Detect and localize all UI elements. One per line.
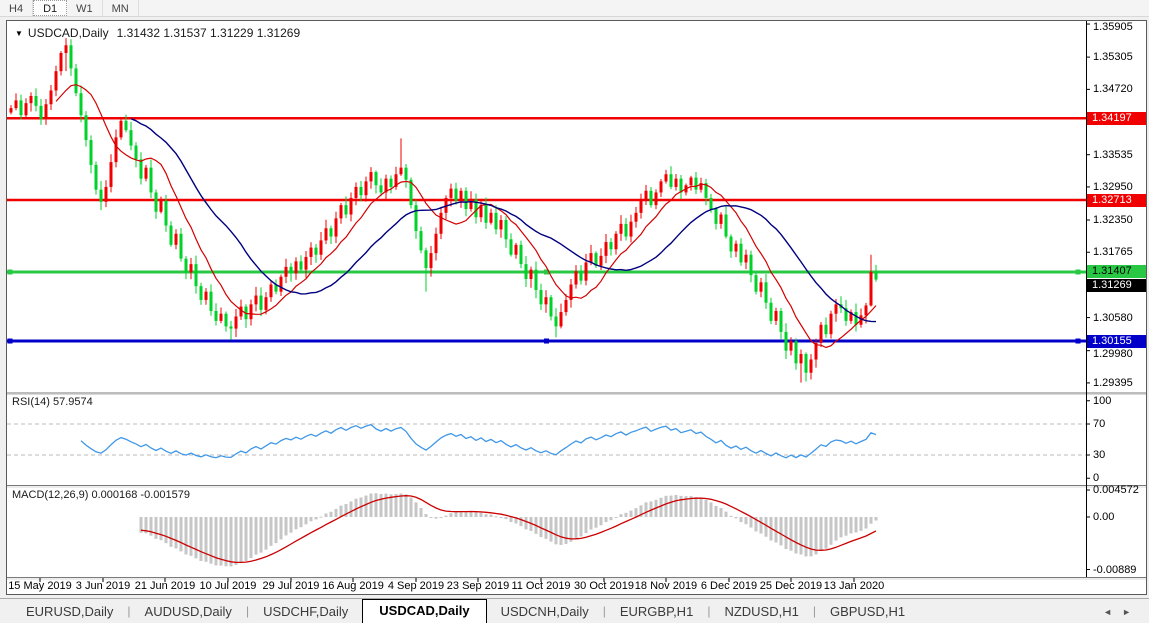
axis-label: 70 bbox=[1093, 418, 1145, 430]
level-price-label: 1.34197 bbox=[1087, 112, 1146, 125]
chart-title: ▼ USDCAD,Daily 1.31432 1.31537 1.31229 1.3… bbox=[15, 26, 300, 40]
timeframe-button-d1[interactable]: D1 bbox=[33, 0, 67, 16]
axis-label: 30 bbox=[1093, 449, 1145, 461]
chart-tabs-bar: EURUSD,Daily|AUDUSD,Daily|USDCHF,DailyUS… bbox=[0, 598, 1149, 623]
tab-gbpusd-h1[interactable]: GBPUSD,H1 bbox=[816, 601, 919, 623]
axis-label: 1.32950 bbox=[1093, 181, 1145, 193]
macd-panel bbox=[140, 493, 878, 566]
ohlc-values: 1.31432 1.31537 1.31229 1.31269 bbox=[117, 26, 301, 40]
tab-nzdusd-h1[interactable]: NZDUSD,H1 bbox=[710, 601, 812, 623]
level-handle[interactable] bbox=[8, 269, 13, 274]
tab-usdcad-daily[interactable]: USDCAD,Daily bbox=[362, 599, 486, 623]
candles-group[interactable] bbox=[10, 38, 878, 383]
axis-label: 0 bbox=[1093, 472, 1145, 484]
tab-scroll-arrows[interactable]: ◄► bbox=[1103, 607, 1141, 617]
level-handle[interactable] bbox=[1076, 269, 1081, 274]
scroll-right-icon: ► bbox=[1122, 607, 1141, 617]
axis-label: 1.31765 bbox=[1093, 246, 1145, 258]
tab-eurusd-daily[interactable]: EURUSD,Daily bbox=[12, 601, 127, 623]
current-price-label: 1.31269 bbox=[1087, 279, 1146, 292]
price-plot[interactable] bbox=[7, 21, 1146, 594]
tab-usdchf-daily[interactable]: USDCHF,Daily bbox=[249, 601, 362, 623]
axis-label: 1.35305 bbox=[1093, 51, 1145, 63]
axis-label: 1.33535 bbox=[1093, 149, 1145, 161]
timeframe-button-w1[interactable]: W1 bbox=[67, 0, 103, 16]
axis-label: 1.29980 bbox=[1093, 348, 1145, 360]
axis-label: 1.35905 bbox=[1093, 21, 1145, 33]
timeframe-toolbar: H4D1W1MN bbox=[0, 0, 1149, 17]
chart-window: ▼ USDCAD,Daily 1.31432 1.31537 1.31229 1.3… bbox=[6, 20, 1147, 595]
macd-indicator-label: MACD(12,26,9) 0.000168 -0.001579 bbox=[12, 489, 190, 501]
symbol-name: USDCAD,Daily bbox=[28, 26, 109, 40]
level-handle[interactable] bbox=[8, 339, 13, 344]
tab-audusd-daily[interactable]: AUDUSD,Daily bbox=[131, 601, 246, 623]
axis-label: 0.00 bbox=[1093, 511, 1145, 523]
level-price-label: 1.31407 bbox=[1087, 265, 1146, 278]
scroll-left-icon: ◄ bbox=[1103, 607, 1122, 617]
axis-label: 1.34720 bbox=[1093, 83, 1145, 95]
timeframe-button-h4[interactable]: H4 bbox=[0, 0, 33, 16]
tab-usdcnh-daily[interactable]: USDCNH,Daily bbox=[487, 601, 603, 623]
timeframe-button-mn[interactable]: MN bbox=[103, 0, 139, 16]
axis-label: 100 bbox=[1093, 395, 1145, 407]
level-handle[interactable] bbox=[1076, 339, 1081, 344]
tab-eurgbp-h1[interactable]: EURGBP,H1 bbox=[606, 601, 707, 623]
mt4-window: H4D1W1MN ▼ USDCAD,Daily 1.31432 1.31537 1.… bbox=[0, 0, 1149, 623]
level-handle[interactable] bbox=[544, 339, 549, 344]
date-label: 13 Jan 2020 bbox=[809, 580, 899, 592]
axis-label: 0.004572 bbox=[1093, 484, 1145, 496]
rsi-indicator-label: RSI(14) 57.9574 bbox=[12, 396, 93, 408]
axis-label: 1.30580 bbox=[1093, 312, 1145, 324]
level-price-label: 1.32713 bbox=[1087, 194, 1146, 207]
chevron-down-icon[interactable]: ▼ bbox=[15, 29, 23, 38]
rsi-panel bbox=[7, 424, 1086, 458]
axis-label: 1.29395 bbox=[1093, 377, 1145, 389]
axis-label: 1.32350 bbox=[1093, 214, 1145, 226]
axis-label: -0.00889 bbox=[1093, 564, 1145, 576]
level-price-label: 1.30155 bbox=[1087, 335, 1146, 348]
